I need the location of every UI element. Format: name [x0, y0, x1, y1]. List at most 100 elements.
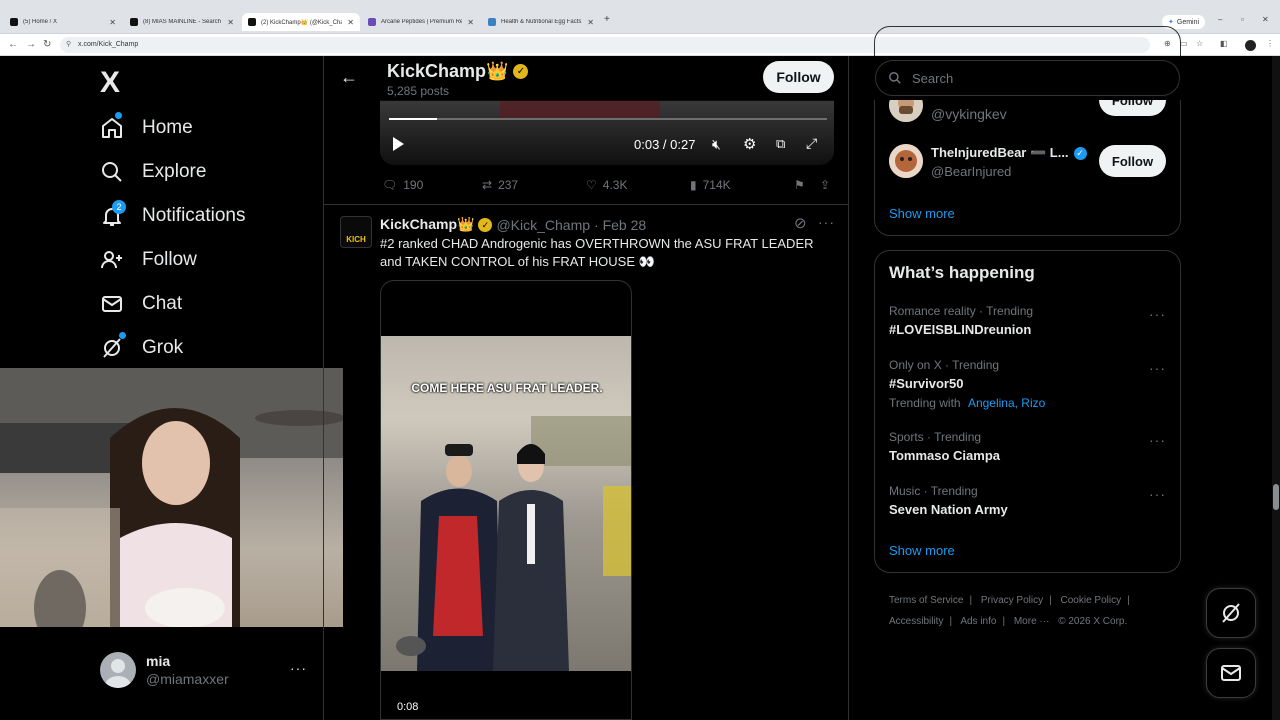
browser-tab-active[interactable]: (2) KickChamp👑 (@Kick_Cha... ✕ — [242, 13, 360, 31]
profile-avatar-icon[interactable] — [1245, 40, 1256, 51]
cookie-link[interactable]: Cookie Policy — [1061, 595, 1122, 606]
sidebar-item-home[interactable]: Home — [100, 108, 193, 148]
messages-float-button[interactable] — [1206, 648, 1256, 698]
picture-in-picture-icon[interactable]: ⧉ — [776, 136, 785, 152]
video-player[interactable]: 0:03 / 0:27 🔇︎ ⚙ ⧉ ⤢ — [380, 100, 834, 165]
trend-more-icon[interactable]: ··· — [1149, 486, 1166, 502]
sidebar-item-explore[interactable]: Explore — [100, 152, 206, 192]
video-progress-track[interactable] — [389, 118, 827, 120]
x-favicon-icon — [130, 18, 138, 26]
show-more-link[interactable]: Show more — [889, 543, 955, 558]
author-handle[interactable]: @Kick_Champ — [496, 217, 590, 233]
mute-icon[interactable]: 🔇︎ — [712, 136, 721, 153]
suggested-user-name[interactable]: TheInjuredBear ➖ L... — [931, 145, 1069, 161]
sidebar-item-grok[interactable]: Grok — [100, 328, 183, 368]
accessibility-link[interactable]: Accessibility — [889, 616, 943, 627]
close-tab-icon[interactable]: ✕ — [109, 18, 116, 27]
default-avatar-icon — [105, 659, 131, 688]
browser-menu-icon[interactable]: ⋮ — [1266, 39, 1274, 48]
trend-more-icon[interactable]: ··· — [1149, 360, 1166, 376]
views-button[interactable]: ▮ 714K — [690, 178, 731, 192]
scrollbar-thumb[interactable] — [1273, 484, 1279, 510]
browser-tab[interactable]: (5) Home / X ✕ — [4, 13, 122, 31]
author-name[interactable]: KickChamp👑 — [380, 216, 474, 233]
trend-item[interactable]: Romance reality · Trending #LOVEISBLINDr… — [889, 304, 1169, 337]
scrollbar-track[interactable] — [1272, 56, 1280, 720]
maximize-icon[interactable]: ▫ — [1241, 15, 1244, 24]
account-menu-icon[interactable]: ··· — [290, 660, 307, 676]
account-handle: @miamaxxer — [146, 671, 229, 687]
x-app: X Home Explore Notifications 2 Follow Ch… — [0, 26, 1280, 720]
trend-item[interactable]: Only on X · Trending #Survivor50 Trendin… — [889, 358, 1169, 410]
tweet-date[interactable]: · Feb 28 — [594, 217, 646, 233]
sidebar-panel-icon[interactable]: ◧ — [1220, 39, 1228, 48]
close-tab-icon[interactable]: ✕ — [467, 18, 474, 27]
back-arrow-icon[interactable]: ← — [340, 67, 358, 88]
reply-button[interactable]: 🗨︎ 190 — [382, 178, 423, 192]
show-more-link[interactable]: Show more — [889, 206, 955, 221]
like-button[interactable]: ♡ 4.3K — [586, 178, 627, 192]
tab-label: (8) MIAS MAINLINE - Search / X — [143, 19, 223, 25]
heart-icon: ♡ — [586, 178, 597, 192]
ads-info-link[interactable]: Ads info — [960, 616, 996, 627]
tweet-header: KickChamp👑 ✓ @Kick_Champ · Feb 28 — [380, 216, 646, 233]
x-logo[interactable]: X — [100, 66, 120, 100]
bookmark-star-icon[interactable]: ☆ — [1196, 39, 1203, 48]
repost-button[interactable]: ⇄ 237 — [482, 178, 518, 192]
sidebar-item-label: Follow — [142, 249, 197, 270]
trend-meta: Sports · Trending — [889, 430, 982, 444]
close-window-icon[interactable]: ✕ — [1262, 15, 1269, 24]
trend-item[interactable]: Music · Trending Seven Nation Army — [889, 484, 1169, 517]
divider — [324, 204, 848, 205]
avatar[interactable]: KICH — [340, 216, 372, 248]
play-icon[interactable] — [393, 137, 404, 151]
trending-with-links[interactable]: Angelina, Rizo — [968, 396, 1045, 410]
search-input[interactable]: Search — [875, 60, 1180, 96]
search-icon — [102, 162, 122, 182]
share-icon[interactable]: ⇪ — [820, 178, 830, 192]
forward-nav-icon[interactable]: → — [26, 39, 36, 50]
trend-title: Tommaso Ciampa — [889, 448, 1001, 463]
settings-gear-icon[interactable]: ⚙ — [743, 135, 756, 153]
new-tab-icon[interactable]: + — [604, 14, 610, 25]
back-nav-icon[interactable]: ← — [8, 39, 18, 50]
trend-more-icon[interactable]: ··· — [1149, 432, 1166, 448]
browser-tab[interactable]: Arcane Peptides | Premium Res... ✕ — [362, 13, 480, 31]
browser-tab[interactable]: (8) MIAS MAINLINE - Search / X ✕ — [124, 13, 240, 31]
privacy-link[interactable]: Privacy Policy — [981, 595, 1043, 606]
suggested-user-handle[interactable]: @vykingkev — [931, 106, 1007, 122]
close-tab-icon[interactable]: ✕ — [347, 18, 354, 27]
grok-float-button[interactable] — [1206, 588, 1256, 638]
browser-tab[interactable]: Health & Nutritional Egg Facts ✕ — [482, 13, 600, 31]
fullscreen-icon[interactable]: ⤢ — [806, 135, 817, 152]
tweet-more-icon[interactable]: ··· — [818, 214, 835, 230]
trend-more-icon[interactable]: ··· — [1149, 306, 1166, 322]
like-count: 4.3K — [602, 178, 628, 192]
site-info-icon[interactable]: ⚲ — [66, 40, 71, 48]
follow-button[interactable]: Follow — [763, 61, 834, 93]
tab-label: Health & Nutritional Egg Facts — [501, 19, 582, 25]
close-tab-icon[interactable]: ✕ — [587, 18, 594, 27]
follow-button[interactable]: Follow — [1099, 145, 1166, 177]
trend-item[interactable]: Sports · Trending Tommaso Ciampa — [889, 430, 1169, 463]
more-link[interactable]: More ··· — [1014, 616, 1050, 627]
avatar[interactable] — [889, 144, 923, 178]
reload-icon[interactable]: ↻ — [43, 39, 51, 50]
account-name: mia — [146, 653, 171, 669]
cast-icon[interactable]: ▭ — [1180, 39, 1188, 48]
tweet-video[interactable]: COME HERE ASU FRAT LEADER. 0:08 — [380, 280, 632, 720]
avatar[interactable] — [100, 652, 136, 688]
close-tab-icon[interactable]: ✕ — [227, 18, 234, 27]
avatar-text: KICH — [346, 235, 366, 244]
suggested-user-handle[interactable]: @BearInjured — [931, 164, 1011, 179]
terms-link[interactable]: Terms of Service — [889, 595, 963, 606]
trend-meta: Only on X · Trending — [889, 358, 1000, 372]
sidebar-item-chat[interactable]: Chat — [100, 284, 182, 324]
grok-explain-icon[interactable]: ⊘ — [794, 214, 807, 232]
search-icon — [889, 72, 901, 84]
sidebar-item-notifications[interactable]: Notifications 2 — [100, 196, 246, 236]
sidebar-item-follow[interactable]: Follow — [100, 240, 197, 280]
minimize-icon[interactable]: – — [1218, 15, 1222, 24]
verified-badge-icon: ✓ — [478, 217, 493, 232]
bookmark-icon[interactable]: ⚑ — [794, 178, 805, 192]
